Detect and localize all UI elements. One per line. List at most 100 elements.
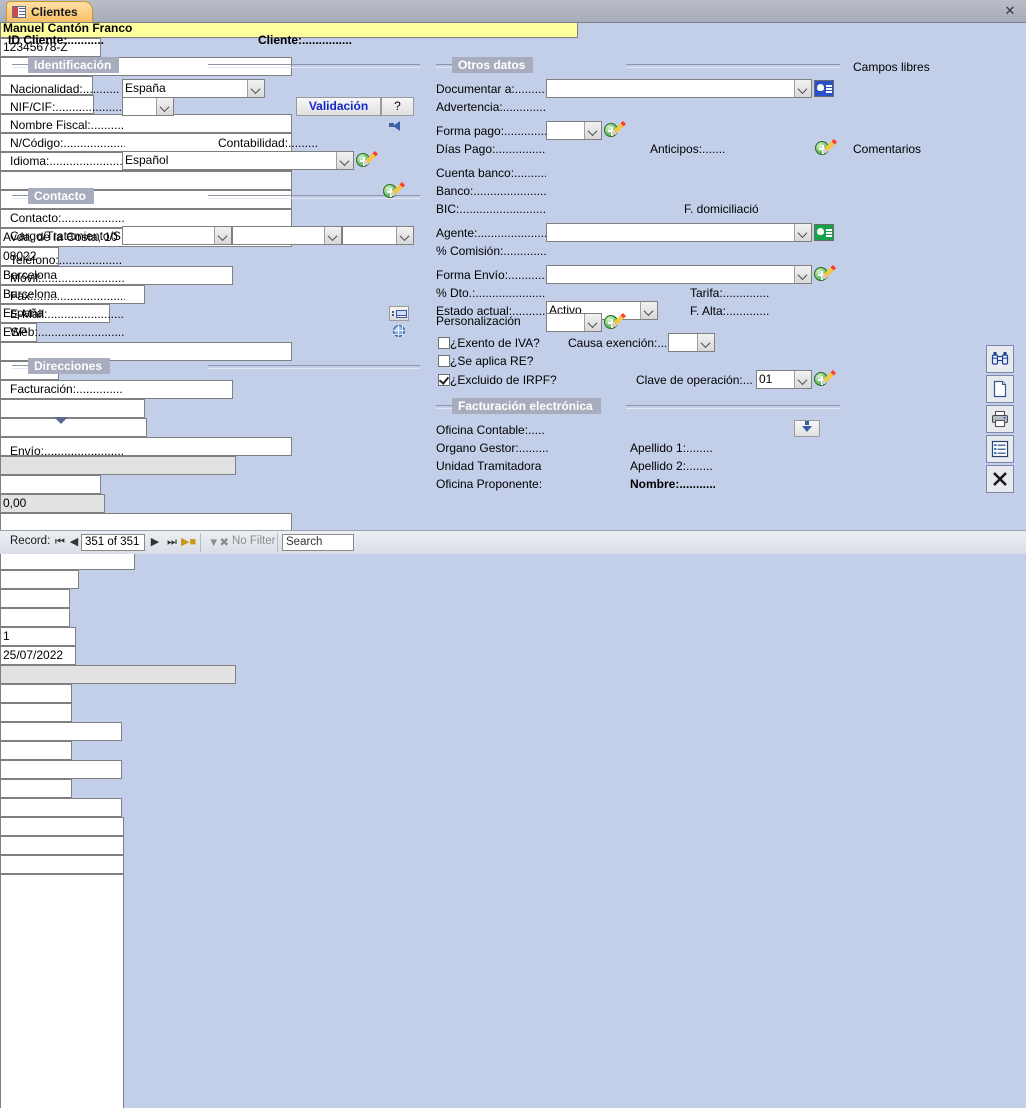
se-aplica-re-label: ¿Se aplica RE? [450,354,580,368]
apellido2-field[interactable] [0,760,122,779]
forma-envio-combo[interactable] [546,265,812,284]
copy-left-arrow-icon[interactable] [389,118,409,131]
personalizacion-combo[interactable] [546,313,602,332]
cargo-combo[interactable] [122,226,232,245]
idioma-label: Idioma:........................ [10,154,125,168]
chevron-down-icon[interactable] [156,98,173,115]
tab-clientes[interactable]: Clientes [6,1,93,22]
section-direcciones-label: Direcciones [28,358,110,374]
nacionalidad-combo[interactable]: España [122,79,265,98]
apellido1-field[interactable] [0,722,122,741]
next-record-icon[interactable]: ▶ [148,535,162,550]
chevron-down-icon[interactable] [640,302,657,319]
nombre-field[interactable] [0,798,122,817]
section-rule-right [208,64,420,68]
exento-iva-label: ¿Exento de IVA? [450,336,580,350]
chevron-down-icon[interactable] [697,334,714,351]
tratamiento-combo[interactable] [232,226,342,245]
validacion-button[interactable]: Validación [296,97,381,116]
clientes-form-window: Clientes ✕ ID Cliente:........... 00028 … [0,0,1026,554]
chevron-down-icon[interactable] [584,314,601,331]
chevron-down-icon[interactable] [584,122,601,139]
sexo-combo[interactable] [342,226,414,245]
fecha-alta-field[interactable]: 25/07/2022 [0,646,76,665]
previous-record-icon[interactable]: ◀ [67,535,81,550]
envio-address-label: Envío:......................... [10,444,125,458]
chevron-down-icon[interactable] [336,152,353,169]
filter-icon: ▼✖ [208,535,229,549]
contacto-new-edit-icon[interactable] [382,182,406,201]
chevron-down-icon[interactable] [52,414,70,426]
search-input[interactable]: Search [282,534,354,551]
personalizacion-new-edit-icon[interactable] [603,313,627,332]
unidad-tramitadora-field[interactable] [0,741,72,760]
causa-exencion-combo[interactable] [668,333,715,352]
exento-iva-checkbox[interactable] [438,337,450,349]
forma-pago-combo[interactable] [546,121,602,140]
chevron-down-icon[interactable] [214,227,231,244]
envio-country-field[interactable] [0,418,147,437]
comentarios-textarea[interactable] [0,874,124,1108]
print-button[interactable] [986,405,1014,433]
chevron-down-icon[interactable] [324,227,341,244]
section-identificacion-label: Identificación [28,57,119,73]
f-domiciliacion-field[interactable] [0,570,79,589]
help-button[interactable]: ? [381,97,414,116]
personalizacion-description-field [0,665,236,684]
tarifa-field[interactable]: 1 [0,627,76,646]
first-record-icon[interactable]: ⏮ [53,535,67,550]
excluido-irpf-checkbox[interactable] [438,374,450,386]
clave-operacion-combo[interactable]: 01 [756,370,812,389]
printer-icon [991,410,1009,428]
excluido-irpf-label: ¿Excluido de IRPF? [450,373,600,387]
contacto-label: Contacto:.................... [10,211,125,225]
nifcif-prefix-combo[interactable] [122,97,174,116]
anticipos-new-edit-icon[interactable] [814,139,838,158]
campo-libre-2-field[interactable] [0,836,124,855]
agente-contact-card-icon[interactable] [814,224,834,241]
section-rule-right [626,405,840,409]
oficina-proponente-field[interactable] [0,779,72,798]
dto-field[interactable] [0,608,70,627]
clave-operacion-new-edit-icon[interactable] [813,370,837,389]
chevron-down-icon[interactable] [247,80,264,97]
send-mail-icon[interactable] [389,306,409,321]
arrow-down-icon[interactable] [794,420,820,437]
comision-field[interactable] [0,589,70,608]
status-separator [200,533,201,552]
oficina-proponente-label: Oficina Proponente: [436,477,548,491]
organo-gestor-field[interactable] [0,703,72,722]
record-number-field[interactable]: 351 of 351 [81,534,145,551]
forma-envio-new-edit-icon[interactable] [813,265,837,284]
campo-libre-3-field[interactable] [0,855,124,874]
chevron-down-icon[interactable] [794,80,811,97]
last-record-icon[interactable]: ⏭ [165,535,179,550]
campo-libre-1-field[interactable] [0,817,124,836]
chevron-down-icon[interactable] [794,371,811,388]
chevron-down-icon[interactable] [794,266,811,283]
section-rule-left [436,405,452,409]
documentar-a-contact-card-icon[interactable] [814,80,834,97]
forma-envio-label: Forma Envío:............. [436,268,546,282]
organo-gestor-label: Organo Gestor:......... [436,441,548,455]
find-button[interactable] [986,345,1014,373]
dias-pago-field[interactable] [0,475,101,494]
title-bar: Clientes ✕ [0,0,1026,23]
oficina-contable-field[interactable] [0,684,72,703]
section-facturacion-electronica-label: Facturación electrónica [452,398,601,414]
new-record-button[interactable] [986,375,1014,403]
idioma-combo[interactable]: Español [122,151,354,170]
idioma-new-edit-icon[interactable] [355,151,379,170]
forma-pago-new-edit-icon[interactable] [603,121,627,140]
chevron-down-icon[interactable] [794,224,811,241]
chevron-down-icon[interactable] [396,227,413,244]
open-web-globe-icon[interactable] [389,324,409,339]
close-form-button[interactable] [986,465,1014,493]
documentar-a-combo[interactable] [546,79,812,98]
envio-province-field[interactable] [0,399,145,418]
agente-combo[interactable] [546,223,812,242]
se-aplica-re-checkbox[interactable] [438,355,450,367]
report-button[interactable] [986,435,1014,463]
new-record-icon[interactable]: ▶■ [181,535,195,550]
close-icon[interactable]: ✕ [1002,3,1018,19]
